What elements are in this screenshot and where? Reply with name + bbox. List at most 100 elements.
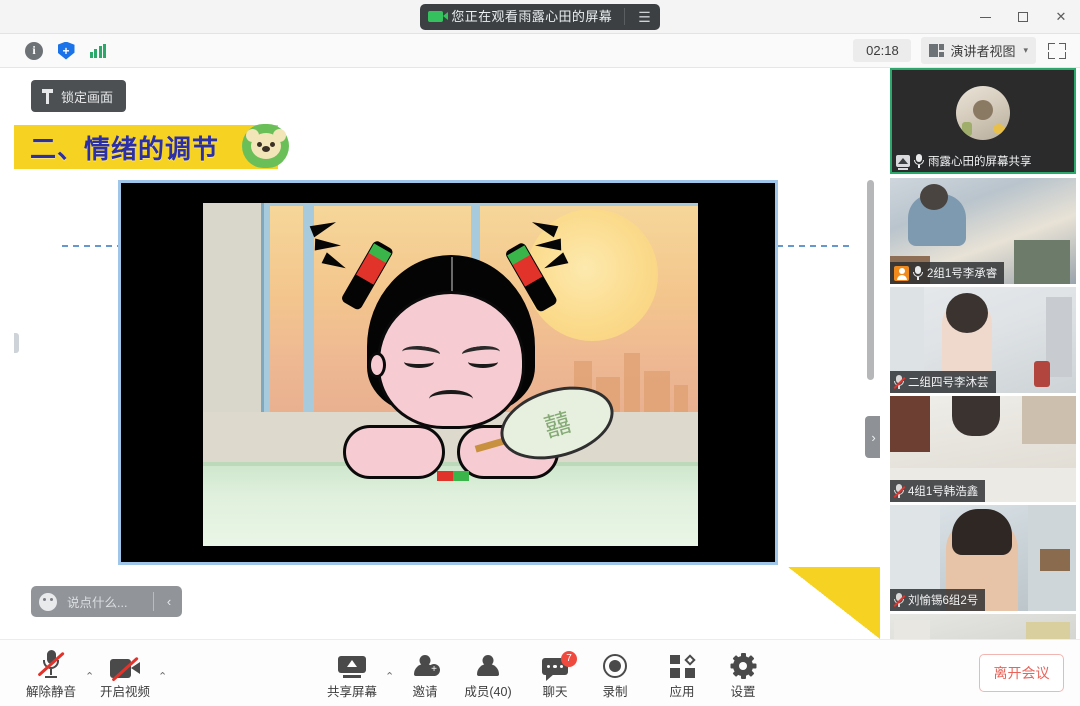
camera-icon [428,11,449,22]
share-screen-button[interactable]: 共享屏幕 [315,648,389,700]
participant-label: 2组1号李承睿 [890,262,1005,284]
koala-icon [242,124,289,168]
eye-right [467,356,498,368]
microphone-muted-icon [37,648,65,678]
chevron-down-icon: ▾ [1023,45,1028,55]
unmute-button[interactable]: 解除静音 [14,648,88,700]
participant-name: 二组四号李沐芸 [908,377,989,389]
participants-icon [476,648,500,678]
arm-left [342,425,445,479]
start-video-label: 开启视频 [99,685,150,699]
participant-tile-1[interactable]: 2组1号李承睿 [890,178,1076,284]
embedded-video-frame[interactable]: 囍 [118,180,778,565]
participant-label: 雨露心田的屏幕共享 [892,150,1039,172]
shared-screen-stage: 二、情绪的调节 囍 说点什么... ‹ 锁定画面 › [14,68,880,639]
participant-tile-2[interactable]: 二组四号李沐芸 [890,287,1076,393]
mic-on-icon [914,154,924,168]
tile-thumbnail [890,614,1076,639]
meeting-toolbar: i + 02:18 演讲者视图 ▾ [0,34,1080,68]
network-status-button[interactable] [86,39,110,63]
divider [153,592,154,611]
pin-icon [41,88,54,104]
shared-content: 二、情绪的调节 囍 说点什么... ‹ [14,68,880,639]
camera-off-icon [110,648,140,681]
cartoon-scene: 囍 [203,203,698,546]
emoji-icon[interactable] [31,586,65,617]
settings-label: 设置 [730,685,756,699]
settings-gear-icon [730,648,756,679]
window-controls: ✕ [966,0,1080,34]
record-label: 录制 [602,685,628,699]
participants-button[interactable]: 成员(40) [451,648,525,700]
mic-muted-icon [894,593,904,607]
security-button[interactable]: + [54,39,78,63]
record-button[interactable]: 录制 [578,648,652,700]
settings-button[interactable]: 设置 [706,648,780,700]
collapse-rail-button[interactable]: › [865,416,880,458]
slide-heading-banner: 二、情绪的调节 [14,125,278,169]
share-screen-label: 共享屏幕 [326,685,377,699]
participant-name: 刘愉锡6组2号 [908,595,979,607]
avatar-icon [894,265,909,281]
info-icon: i [25,41,43,60]
share-screen-icon [338,648,366,678]
avatar [956,85,1010,140]
record-icon [603,648,627,678]
comment-input[interactable]: 说点什么... [65,592,151,611]
layout-icon [929,44,945,57]
wall-left [203,203,269,418]
lock-screen-label: 锁定画面 [61,89,114,105]
video-surface: 囍 [121,183,775,562]
chat-icon: 7 [542,648,577,681]
character-face [367,291,525,429]
participant-tile-screen-share[interactable]: 雨露心田的屏幕共享 [890,68,1076,174]
apps-label: 应用 [669,685,695,699]
stage-scrollbar[interactable] [867,180,874,380]
lock-screen-button[interactable]: 锁定画面 [31,80,127,112]
participants-label: 成员(40) [464,685,512,699]
mouth-frown [428,390,473,408]
ribbon-accent [436,471,471,481]
participant-label: 4组1号韩浩鑫 [890,480,986,502]
apps-icon [669,648,696,678]
meeting-window: 您正在观看雨露心田的屏幕 ☰ ✕ i + 02:18 演讲者视图 ▾ 二、情绪的… [0,0,1080,706]
mic-on-icon [913,266,923,280]
invite-person-icon: + [413,648,440,678]
minimize-button[interactable] [966,0,1004,34]
slide-corner-decoration [788,567,880,639]
chat-unread-badge: 7 [561,651,577,667]
page-title: 二、情绪的调节 [30,134,220,165]
hamburger-icon[interactable]: ☰ [635,10,654,24]
invite-label: 邀请 [412,685,438,699]
collapse-composer-button[interactable]: ‹ [156,586,182,617]
close-button[interactable]: ✕ [1042,0,1080,34]
participant-label: 刘愉锡6组2号 [890,589,986,611]
view-mode-selector[interactable]: 演讲者视图 ▾ [921,37,1036,64]
character-ear [367,352,386,378]
participant-name: 4组1号韩浩鑫 [908,486,979,498]
chat-label: 聊天 [542,685,568,699]
maximize-button[interactable] [1004,0,1042,34]
participant-name: 雨露心田的屏幕共享 [928,156,1032,168]
participant-tile-5[interactable]: ⌄ [890,614,1076,639]
participant-rail[interactable]: 雨露心田的屏幕共享 2组1号李承睿 二组四号李沐芸 4组1号韩浩鑫 刘愉锡6组2… [886,68,1080,639]
fan-motif: 囍 [540,407,574,444]
view-mode-label: 演讲者视图 [950,44,1016,59]
video-options-caret[interactable]: ⌃ [158,670,167,683]
video-comment-composer[interactable]: 说点什么... ‹ [31,586,182,617]
stage-left-handle[interactable] [14,333,19,353]
participant-tile-4[interactable]: 刘愉锡6组2号 [890,505,1076,611]
leave-meeting-button[interactable]: 离开会议 [979,654,1064,692]
toolbar-right-group: 02:18 演讲者视图 ▾ [853,37,1080,64]
participant-label: 二组四号李沐芸 [890,371,996,393]
divider [624,8,626,25]
meeting-info-button[interactable]: i [22,39,46,63]
start-video-button[interactable]: 开启视频 [88,648,162,700]
shield-icon: + [57,41,75,60]
screen-share-icon [896,155,910,170]
signal-bars-icon [89,43,107,58]
participant-name: 2组1号李承睿 [927,268,998,280]
sharing-notice-pill[interactable]: 您正在观看雨露心田的屏幕 ☰ [420,3,660,30]
fullscreen-button[interactable] [1046,40,1068,62]
participant-tile-3[interactable]: 4组1号韩浩鑫 [890,396,1076,502]
